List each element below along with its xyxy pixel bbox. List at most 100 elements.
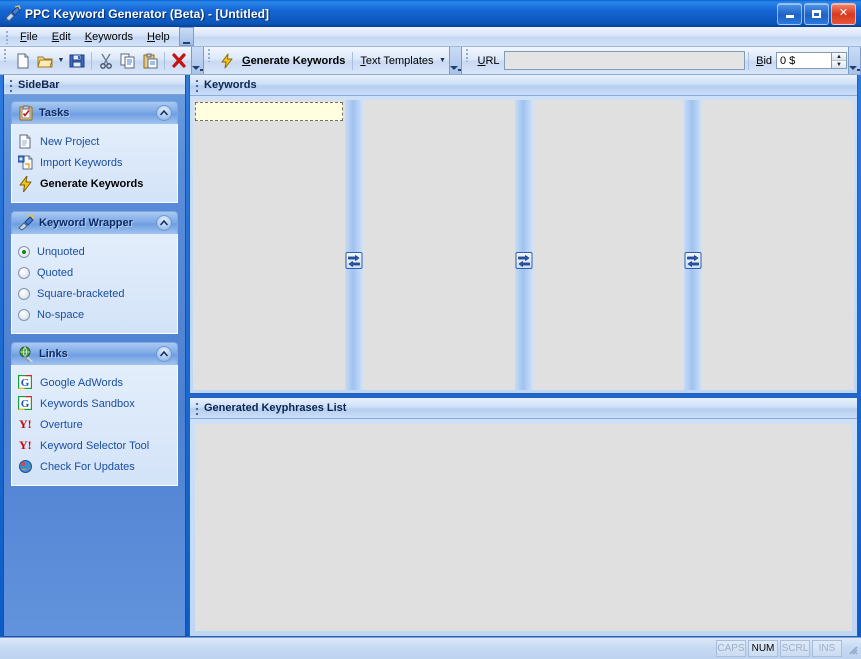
radio-option-no-space[interactable]: No-space	[18, 304, 171, 325]
maximize-restore-button[interactable]	[804, 2, 829, 25]
panel-body-keyword-wrapper: Unquoted Quoted Square-bracketed No-spac…	[11, 234, 178, 334]
column-splitter-2[interactable]	[514, 100, 533, 390]
generated-keyphrases-dock-panel: Generated Keyphrases List	[189, 397, 858, 637]
radio-label: Square-bracketed	[37, 287, 125, 300]
sidebar-item-overture[interactable]: Y! Overture	[18, 414, 171, 435]
panel-header-keyword-wrapper[interactable]: Keyword Wrapper	[11, 211, 178, 234]
bid-spin-down-icon[interactable]: ▼	[832, 61, 846, 68]
close-button[interactable]: ✕	[831, 2, 856, 25]
bid-spinner[interactable]: ▲ ▼	[832, 52, 847, 69]
bid-spin-up-icon[interactable]: ▲	[832, 53, 846, 61]
panel-title-keyword-wrapper: Keyword Wrapper	[39, 217, 133, 229]
toolbar-separator-2	[164, 51, 165, 70]
sidebar-item-generate-keywords[interactable]: Generate Keywords	[18, 173, 171, 194]
keywords-panel-header[interactable]: Keywords	[190, 75, 857, 96]
delete-button[interactable]	[168, 50, 190, 72]
move-items-icon[interactable]	[345, 252, 363, 269]
url-input[interactable]	[503, 51, 746, 70]
chevron-up-icon[interactable]	[156, 215, 172, 231]
standard-toolbar-grip[interactable]	[2, 47, 9, 62]
resize-grip-icon[interactable]	[845, 642, 859, 656]
text-templates-dropdown-arrow-icon[interactable]: ▼	[438, 50, 448, 72]
radio-icon[interactable]	[18, 287, 30, 300]
radio-icon[interactable]	[18, 308, 30, 321]
generated-keyphrases-list[interactable]	[195, 424, 852, 631]
sidebar-link-label: Import Keywords	[40, 156, 123, 169]
keyword-column-3[interactable]	[532, 100, 685, 390]
sidebar-title-bar[interactable]: SideBar	[4, 75, 185, 95]
move-items-icon[interactable]	[684, 252, 702, 269]
standard-toolbar-overflow[interactable]	[191, 47, 204, 74]
url-toolbar: URL Bid 0 $ ▲ ▼	[473, 47, 849, 74]
column-splitter-1[interactable]	[344, 100, 363, 390]
brush-icon	[18, 214, 35, 231]
generate-keywords-button[interactable]: Generate Keywords	[238, 55, 349, 67]
sidebar-link-label: Check For Updates	[40, 460, 135, 473]
copy-button[interactable]	[117, 50, 139, 72]
new-document-button[interactable]	[12, 50, 34, 72]
generated-keyphrases-title: Generated Keyphrases List	[204, 402, 347, 414]
svg-text:G: G	[21, 377, 30, 389]
open-folder-button[interactable]	[34, 50, 56, 72]
text-templates-button[interactable]: Text Templates	[356, 55, 437, 67]
sidebar-content: Tasks New Project Import Keywords Genera…	[4, 95, 185, 636]
move-items-icon[interactable]	[515, 252, 532, 269]
globe-link-icon	[18, 346, 34, 363]
menubar-overflow-button[interactable]	[178, 27, 194, 46]
menubar-grip[interactable]	[4, 29, 11, 44]
sidebar-item-keyword-selector-tool[interactable]: Y! Keyword Selector Tool	[18, 435, 171, 456]
generated-keyphrases-grip[interactable]	[193, 400, 201, 416]
panel-header-tasks[interactable]: Tasks	[11, 101, 178, 124]
generated-keyphrases-header[interactable]: Generated Keyphrases List	[190, 398, 857, 419]
radio-option-square-bracketed[interactable]: Square-bracketed	[18, 283, 171, 304]
keyword-column-1[interactable]	[193, 100, 345, 390]
sidebar-link-label: Overture	[40, 418, 83, 431]
lightning-bolt-icon	[216, 50, 238, 72]
selected-keyword-row[interactable]	[195, 102, 343, 121]
title-bar[interactable]: PPC Keyword Generator (Beta) - [Untitled…	[0, 0, 861, 27]
main-area: Keywords Generated Keyphrases List	[189, 75, 858, 637]
cut-button[interactable]	[95, 50, 117, 72]
paste-button[interactable]	[139, 50, 161, 72]
sidebar-item-check-for-updates[interactable]: Check For Updates	[18, 456, 171, 477]
keywords-panel-title: Keywords	[204, 79, 257, 91]
menu-help[interactable]: Help	[140, 29, 177, 45]
sidebar-grip[interactable]	[7, 76, 15, 93]
minimize-button[interactable]	[777, 2, 802, 25]
sidebar-item-new-project[interactable]: New Project	[18, 131, 171, 152]
window-body: SideBar Tasks New Project Import Keyword…	[0, 75, 861, 637]
sidebar: SideBar Tasks New Project Import Keyword…	[3, 75, 186, 637]
radio-icon[interactable]	[18, 266, 30, 279]
google-icon: G	[17, 374, 35, 391]
sidebar-item-google-adwords[interactable]: G Google AdWords	[17, 372, 171, 393]
chevron-up-icon[interactable]	[156, 346, 172, 362]
menu-edit[interactable]: Edit	[45, 29, 78, 45]
save-button[interactable]	[66, 50, 88, 72]
keywords-panel-grip[interactable]	[193, 77, 201, 93]
url-toolbar-grip[interactable]	[463, 47, 471, 62]
keywords-toolbar-grip[interactable]	[206, 47, 213, 62]
column-splitter-3[interactable]	[684, 100, 703, 390]
bid-input[interactable]: 0 $	[776, 52, 832, 69]
keyword-column-4[interactable]	[702, 100, 854, 390]
radio-option-quoted[interactable]: Quoted	[18, 262, 171, 283]
panel-body-links: G Google AdWords G Keywords Sandbox Y! O…	[11, 365, 178, 486]
menu-file[interactable]: File	[13, 29, 45, 45]
radio-icon-selected[interactable]	[18, 245, 30, 258]
radio-option-unquoted[interactable]: Unquoted	[18, 241, 171, 262]
sidebar-panel-tasks: Tasks New Project Import Keywords Genera…	[11, 101, 178, 203]
open-dropdown-arrow-icon[interactable]: ▼	[56, 50, 66, 72]
chevron-up-icon[interactable]	[156, 105, 172, 121]
sidebar-item-import-keywords[interactable]: Import Keywords	[17, 152, 171, 173]
svg-text:G: G	[21, 398, 30, 410]
keywords-toolbar-overflow[interactable]	[448, 47, 462, 74]
sidebar-title: SideBar	[18, 78, 60, 91]
panel-title-links: Links	[39, 348, 68, 360]
menu-keywords[interactable]: Keywords	[78, 29, 140, 45]
panel-header-links[interactable]: Links	[11, 342, 178, 365]
sidebar-link-label: New Project	[40, 135, 100, 148]
sidebar-item-keywords-sandbox[interactable]: G Keywords Sandbox	[17, 393, 171, 414]
url-toolbar-overflow[interactable]	[848, 47, 861, 74]
lightning-bolt-icon	[18, 175, 35, 192]
keyword-column-2[interactable]	[362, 100, 515, 390]
